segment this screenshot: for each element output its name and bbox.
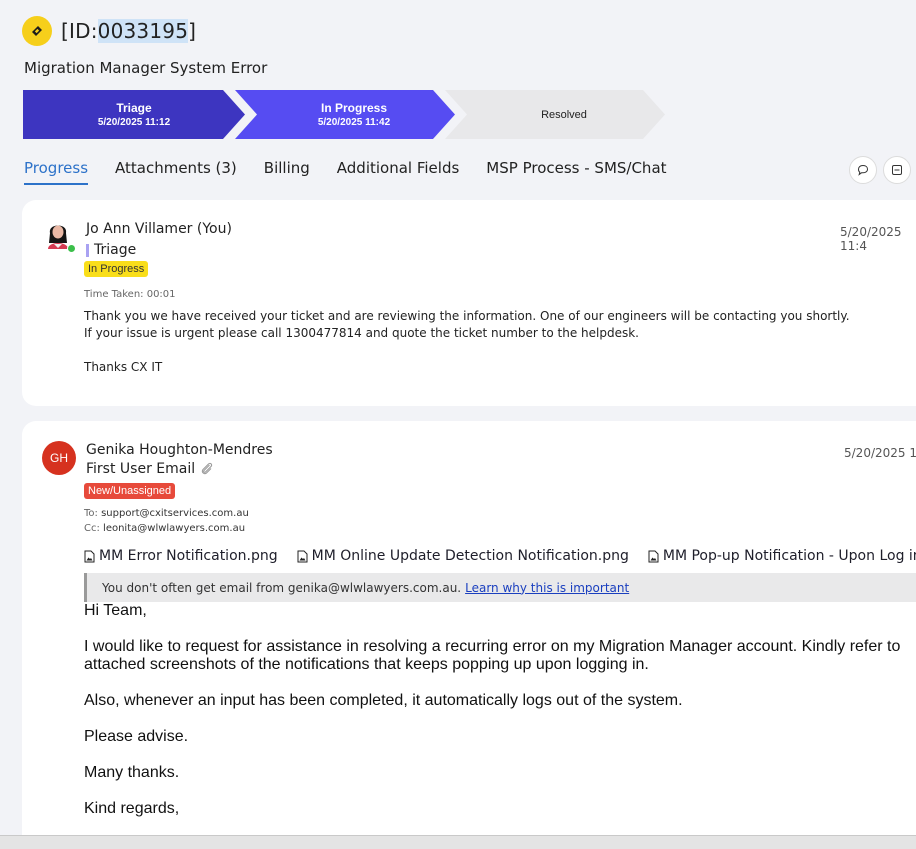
email-to: To: support@cxitservices.com.au <box>84 508 249 519</box>
status-badge: New/Unassigned <box>84 483 176 499</box>
tab-progress[interactable]: Progress <box>24 159 89 185</box>
stage-indicator-bar <box>86 243 89 257</box>
entry-subject: First User Email <box>86 461 215 477</box>
tab-billing[interactable]: Billing <box>264 159 310 185</box>
email-body: Hi Team, I would like to request for ass… <box>84 602 901 817</box>
ticket-header: [ID:0033195] <box>22 16 196 46</box>
tab-attachments[interactable]: Attachments (3) <box>115 159 237 185</box>
image-file-icon <box>648 550 659 562</box>
email-cc: Cc: leonita@wlwlawyers.com.au <box>84 523 246 534</box>
entry-body: Thank you we have received your ticket a… <box>84 309 850 374</box>
learn-why-link[interactable]: Learn why this is important <box>465 581 629 595</box>
stage-in-progress[interactable]: In Progress 5/20/2025 11:42 <box>235 90 455 139</box>
collapse-button[interactable] <box>883 156 911 184</box>
entry-date: 5/20/2025 11: <box>844 446 916 460</box>
image-file-icon <box>84 550 95 562</box>
collapse-icon <box>892 165 902 175</box>
chat-button[interactable] <box>849 156 877 184</box>
time-taken: Time Taken: 00:01 <box>84 289 176 300</box>
attachment-list: MM Error Notification.png MM Online Upda… <box>84 548 916 564</box>
stage-pipeline: Triage 5/20/2025 11:12 In Progress 5/20/… <box>23 90 673 139</box>
stage-resolved[interactable]: Resolved <box>445 90 665 139</box>
entry-author: Genika Houghton-Mendres <box>86 442 273 458</box>
ticket-id: [ID:0033195] <box>61 19 197 43</box>
entry-author: Jo Ann Villamer (You) <box>86 221 232 237</box>
status-badge: In Progress <box>84 261 149 277</box>
ticket-subject: Migration Manager System Error <box>24 59 268 77</box>
tab-msp-process[interactable]: MSP Process - SMS/Chat <box>486 159 666 185</box>
timeline-entry: Jo Ann Villamer (You) 5/20/2025 11:4 Tri… <box>22 200 916 406</box>
entry-date: 5/20/2025 11:4 <box>840 225 902 253</box>
image-file-icon <box>297 550 308 562</box>
online-status-indicator <box>67 244 76 253</box>
avatar: GH <box>42 441 76 475</box>
tab-actions <box>849 156 911 184</box>
external-sender-notice: You don't often get email from genika@wl… <box>84 573 916 602</box>
ticket-number[interactable]: 0033195 <box>97 19 189 43</box>
attachment-link[interactable]: MM Pop-up Notification - Upon Log in.png <box>648 548 916 564</box>
ticket-tabs: Progress Attachments (3) Billing Additio… <box>24 159 694 185</box>
paperclip-icon <box>201 462 213 475</box>
timeline-entry: GH Genika Houghton-Mendres 5/20/2025 11:… <box>22 421 916 849</box>
ticket-icon <box>22 16 52 46</box>
bottom-scrollbar[interactable] <box>0 835 916 849</box>
stage-triage[interactable]: Triage 5/20/2025 11:12 <box>23 90 245 139</box>
attachment-link[interactable]: MM Online Update Detection Notification.… <box>297 548 629 564</box>
attachment-link[interactable]: MM Error Notification.png <box>84 548 278 564</box>
chat-icon <box>857 164 869 176</box>
email-to-address: support@cxitservices.com.au <box>101 508 249 519</box>
email-cc-address: leonita@wlwlawyers.com.au <box>103 523 246 534</box>
entry-stage: Triage <box>86 242 136 258</box>
tab-additional-fields[interactable]: Additional Fields <box>337 159 460 185</box>
